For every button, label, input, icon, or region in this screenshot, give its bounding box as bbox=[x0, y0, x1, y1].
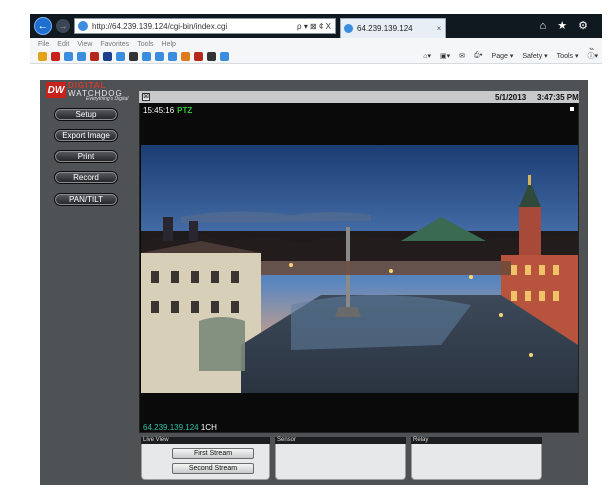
favorite-icon[interactable] bbox=[64, 52, 73, 61]
favorite-icon[interactable] bbox=[129, 52, 138, 61]
favorite-icon[interactable] bbox=[181, 52, 190, 61]
tab-title[interactable]: 64.239.139.124 bbox=[357, 24, 433, 33]
mail-icon[interactable]: ✉ bbox=[459, 52, 465, 60]
menu-favorites[interactable]: Favorites bbox=[100, 41, 129, 48]
close-icon[interactable]: × bbox=[433, 24, 445, 33]
print-icon[interactable]: ⎙▾ bbox=[474, 52, 483, 60]
viewer-time: 3:47:35 PM bbox=[537, 93, 579, 102]
osd-ip-address: 64.239.139.124 bbox=[143, 423, 199, 432]
osd-camera-info: 64.239.139.124 1CH bbox=[143, 423, 217, 432]
export-image-button[interactable]: Export Image bbox=[54, 129, 118, 142]
favorite-icon[interactable] bbox=[116, 52, 125, 61]
address-bar[interactable]: http://64.239.139.124/cgi-bin/index.cgi … bbox=[74, 18, 336, 34]
favorite-icon[interactable] bbox=[220, 52, 229, 61]
back-arrow-icon[interactable]: ← bbox=[34, 17, 52, 35]
relay-title: Relay bbox=[411, 437, 542, 444]
first-stream-button[interactable]: First Stream bbox=[172, 448, 254, 459]
osd-timestamp: 15:45:16 PTZ bbox=[143, 106, 193, 115]
favorite-icon[interactable] bbox=[155, 52, 164, 61]
sensor-title: Sensor bbox=[275, 437, 406, 444]
menu-file[interactable]: File bbox=[38, 41, 49, 48]
setup-button[interactable]: Setup bbox=[54, 108, 118, 121]
favorite-icon[interactable] bbox=[168, 52, 177, 61]
tools-menu[interactable]: Tools ▾ bbox=[557, 52, 579, 60]
live-view-title: Live View bbox=[141, 437, 270, 444]
ie-icon bbox=[78, 21, 88, 31]
relay-panel bbox=[411, 444, 542, 480]
viewer-date: 5/1/2013 bbox=[495, 93, 527, 102]
browser-tab[interactable]: 64.239.139.124 × bbox=[340, 18, 446, 38]
page-menu[interactable]: Page ▾ bbox=[492, 52, 514, 60]
print-button[interactable]: Print bbox=[54, 150, 118, 163]
sensor-panel bbox=[275, 444, 406, 480]
favorite-icon[interactable] bbox=[142, 52, 151, 61]
safety-menu[interactable]: Safety ▾ bbox=[522, 52, 547, 60]
forward-arrow-icon[interactable]: → bbox=[56, 19, 70, 33]
browser-titlebar: ← → http://64.239.139.124/cgi-bin/index.… bbox=[30, 14, 602, 38]
brand-mark: DW bbox=[46, 82, 66, 98]
brand-logo: DW DIGITAL WATCHDOG Everything's Digital bbox=[46, 82, 130, 102]
camera-feed-image bbox=[141, 145, 578, 393]
brand-tagline: Everything's Digital bbox=[86, 96, 129, 102]
osd-ptz-label: PTZ bbox=[177, 106, 193, 115]
feeds-icon[interactable]: ▣▾ bbox=[440, 52, 450, 60]
menu-help[interactable]: Help bbox=[162, 41, 176, 48]
home-icon[interactable]: ⌂▾ bbox=[423, 52, 431, 60]
address-url[interactable]: http://64.239.139.124/cgi-bin/index.cgi bbox=[92, 22, 297, 31]
favorite-icon[interactable] bbox=[51, 52, 60, 61]
command-buttons: ⌂▾ ▣▾ ✉ ⎙▾ Page ▾ Safety ▾ Tools ▾ ⓘ▾ bbox=[414, 51, 598, 61]
favorite-icon[interactable] bbox=[90, 52, 99, 61]
record-button[interactable]: Record bbox=[54, 171, 118, 184]
favorite-icon[interactable] bbox=[194, 52, 203, 61]
tab-ie-icon bbox=[344, 24, 353, 33]
menu-view[interactable]: View bbox=[77, 41, 92, 48]
osd-indicator bbox=[570, 107, 574, 111]
help-icon[interactable]: ⓘ▾ bbox=[587, 51, 598, 61]
favorite-icon[interactable] bbox=[103, 52, 112, 61]
menu-tools[interactable]: Tools bbox=[137, 41, 153, 48]
address-tools[interactable]: ρ ▾ ⊠ ¢ X bbox=[297, 22, 335, 31]
pan-tilt-button[interactable]: PAN/TILT bbox=[54, 193, 118, 206]
favorite-star-icon[interactable] bbox=[38, 52, 47, 61]
menu-edit[interactable]: Edit bbox=[57, 41, 69, 48]
close-icon[interactable]: ⊠ bbox=[142, 93, 150, 101]
menu-bar: File Edit View Favorites Tools Help bbox=[30, 38, 602, 50]
favorite-icon[interactable] bbox=[207, 52, 216, 61]
home-star-gear-icons[interactable]: ⌂ ★ ⚙ bbox=[540, 19, 592, 32]
second-stream-button[interactable]: Second Stream bbox=[172, 463, 254, 474]
favorite-icon[interactable] bbox=[77, 52, 86, 61]
command-bar: ⌂▾ ▣▾ ✉ ⎙▾ Page ▾ Safety ▾ Tools ▾ ⓘ▾ bbox=[30, 50, 602, 64]
favorites-bar bbox=[38, 52, 233, 61]
osd-channel: 1CH bbox=[200, 423, 217, 432]
